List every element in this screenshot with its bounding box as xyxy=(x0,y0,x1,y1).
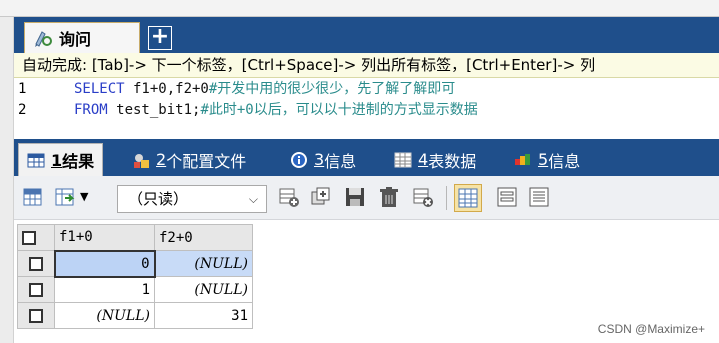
tab-info[interactable]: 3 信息 xyxy=(290,143,356,176)
query-tab[interactable]: 询问 xyxy=(24,22,140,53)
sql-code: f1+0,f2+0 xyxy=(124,81,209,97)
sql-keyword: SELECT xyxy=(74,81,125,97)
autocomplete-hint: 自动完成: [Tab]-> 下一个标签，[Ctrl+Space]-> 列出所有标… xyxy=(14,53,719,78)
grid-view-icon[interactable] xyxy=(454,184,482,212)
sql-comment: #此时+0以后，可以以十进制的方式显示数据 xyxy=(200,102,478,118)
code-line-2[interactable]: 2 FROM test_bit1;#此时+0以后，可以以十进制的方式显示数据 xyxy=(14,100,719,120)
tab-result-num: 1 xyxy=(51,150,63,170)
row-checkbox[interactable] xyxy=(17,302,55,329)
query-tab-label: 询问 xyxy=(59,30,92,49)
grid-cell[interactable]: 1 xyxy=(54,276,155,303)
grid-cell[interactable]: (NULL) xyxy=(54,302,155,329)
table-row[interactable]: 1 (NULL) xyxy=(17,276,253,303)
chevron-down-icon[interactable]: ▼ xyxy=(80,190,92,212)
tab-info-2[interactable]: 5 信息 xyxy=(514,143,580,176)
tab-result[interactable]: 1 结果 xyxy=(18,143,104,176)
tab-info-2-num: 5 xyxy=(538,150,549,169)
tab-table-data-num: 4 xyxy=(418,150,429,169)
query-icon xyxy=(33,28,53,48)
profile-icon xyxy=(132,151,150,169)
row-checkbox[interactable] xyxy=(17,250,55,277)
result-tab-strip: 1 结果 2 个配置文件 3 信息 4 表数据 5 信息 xyxy=(14,139,719,176)
sql-keyword: FROM xyxy=(74,102,108,118)
grid-cell[interactable]: 0 xyxy=(53,249,156,278)
tab-info-num: 3 xyxy=(314,150,325,169)
tab-table-data[interactable]: 4 表数据 xyxy=(394,143,476,176)
checkbox-icon xyxy=(29,282,43,297)
tab-profile[interactable]: 2 个配置文件 xyxy=(132,143,246,176)
column-header-f2[interactable]: f2+0 xyxy=(154,224,253,251)
duplicate-row-icon[interactable] xyxy=(310,186,332,208)
column-header-f1[interactable]: f1+0 xyxy=(54,224,155,251)
text-view-icon[interactable] xyxy=(528,186,550,208)
save-icon[interactable] xyxy=(344,186,366,208)
mode-select[interactable]: （只读） ⌵ xyxy=(117,185,267,213)
tab-table-data-label: 表数据 xyxy=(428,151,477,171)
add-row-icon[interactable] xyxy=(278,186,300,208)
query-tab-strip: 询问 + xyxy=(14,17,719,53)
discard-changes-icon[interactable] xyxy=(412,186,434,208)
tab-profile-num: 2 xyxy=(156,150,167,169)
tab-profile-label: 个配置文件 xyxy=(166,151,247,171)
table-data-icon xyxy=(394,151,412,169)
table-row[interactable]: 0 (NULL) xyxy=(17,249,253,278)
grid-cell[interactable]: 31 xyxy=(154,302,253,329)
window-top-strip xyxy=(0,0,719,17)
import-grid-icon[interactable] xyxy=(54,186,76,208)
export-grid-icon[interactable] xyxy=(22,186,44,208)
info-blocks-icon xyxy=(514,151,532,169)
sql-editor[interactable]: 自动完成: [Tab]-> 下一个标签，[Ctrl+Space]-> 列出所有标… xyxy=(14,53,719,127)
delete-icon[interactable] xyxy=(378,186,400,208)
grid-cell[interactable]: (NULL) xyxy=(154,250,253,277)
new-tab-button[interactable]: + xyxy=(148,26,172,50)
info-icon xyxy=(290,151,308,169)
mode-select-value: （只读） xyxy=(128,190,189,208)
result-grid: f1+0 f2+0 0 (NULL) 1 (NULL) (NULL) 31 xyxy=(17,224,253,329)
chevron-down-icon: ⌵ xyxy=(248,192,258,206)
tab-result-label: 结果 xyxy=(62,152,95,171)
watermark: CSDN @Maximize+ xyxy=(597,322,705,336)
toolbar-separator xyxy=(446,186,447,210)
left-gutter xyxy=(0,17,14,343)
form-view-icon[interactable] xyxy=(496,186,518,208)
tab-info-label: 信息 xyxy=(324,151,357,171)
checkbox-icon xyxy=(28,256,43,271)
line-number: 1 xyxy=(18,81,27,97)
result-grid-icon xyxy=(27,151,45,169)
line-number: 2 xyxy=(18,102,27,118)
table-row[interactable]: (NULL) 31 xyxy=(17,302,253,329)
checkbox-icon xyxy=(29,308,43,323)
row-checkbox[interactable] xyxy=(17,276,55,303)
grid-cell[interactable]: (NULL) xyxy=(154,276,253,303)
sql-comment: #开发中用的很少很少，先了解了解即可 xyxy=(208,81,456,97)
tab-info-2-label: 信息 xyxy=(548,151,581,171)
result-toolbar: ▼ （只读） ⌵ xyxy=(14,176,719,220)
select-all-checkbox[interactable] xyxy=(17,224,55,251)
code-line-1[interactable]: 1 SELECT f1+0,f2+0#开发中用的很少很少，先了解了解即可 xyxy=(14,79,719,99)
sql-code: test_bit1; xyxy=(107,102,201,118)
checkbox-icon xyxy=(22,230,36,245)
grid-header-row: f1+0 f2+0 xyxy=(17,224,253,251)
